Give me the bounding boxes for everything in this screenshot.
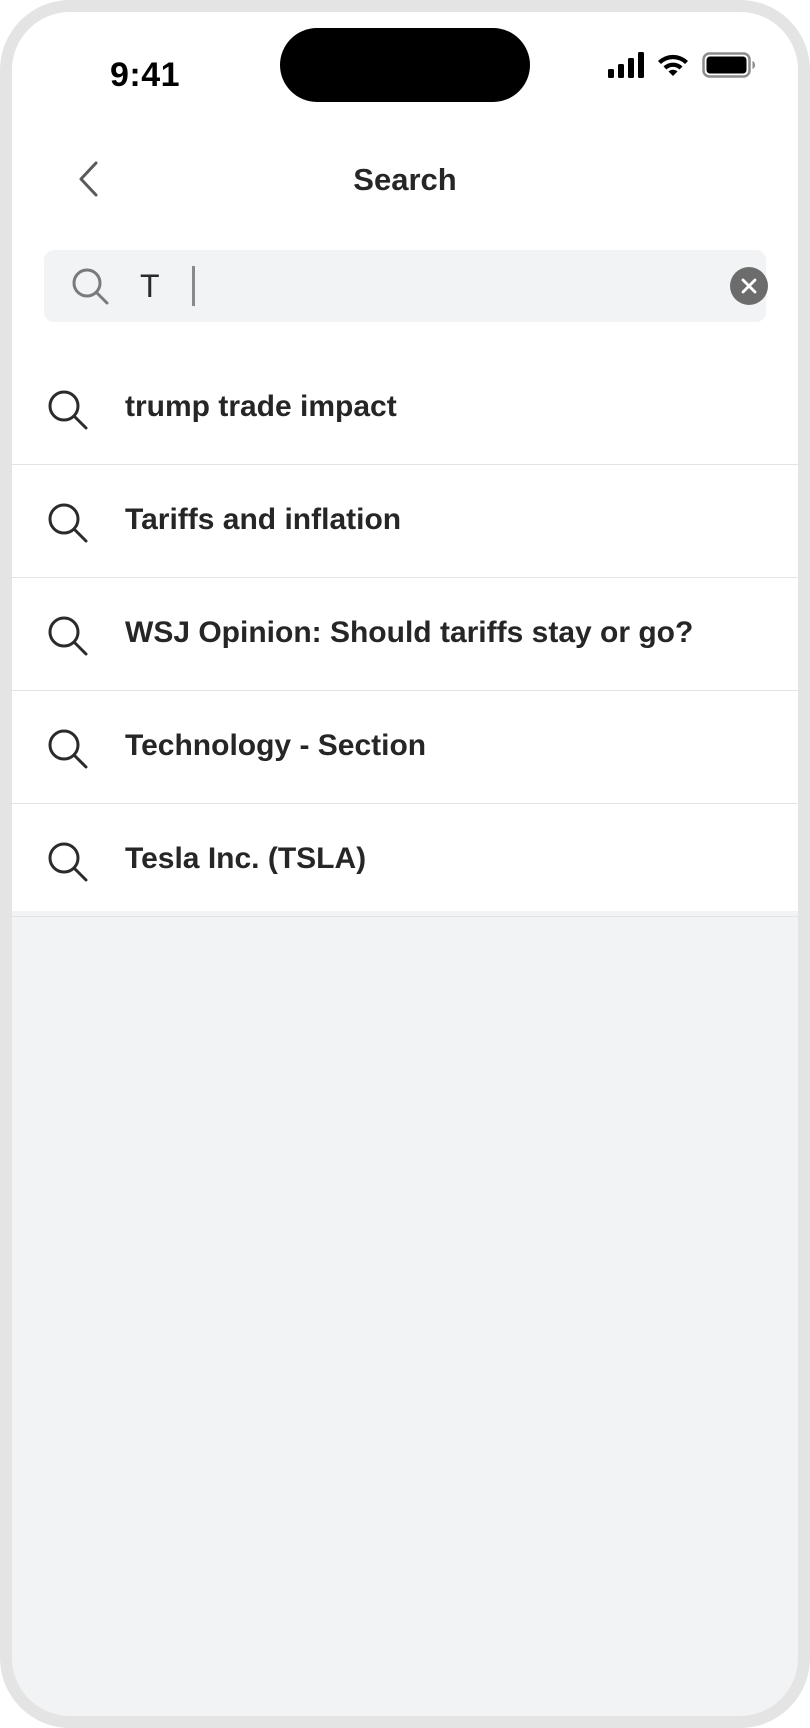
suggestion-item[interactable]: Tesla Inc. (TSLA) (12, 804, 798, 917)
status-time: 9:41 (110, 56, 181, 94)
suggestion-item[interactable]: trump trade impact (12, 352, 798, 465)
suggestion-item[interactable]: WSJ Opinion: Should tariffs stay or go? (12, 578, 798, 691)
clear-search-button[interactable] (730, 267, 768, 305)
search-icon (48, 729, 88, 769)
search-icon (48, 616, 88, 656)
search-icon (48, 503, 88, 543)
text-cursor (192, 266, 195, 306)
suggestion-label: WSJ Opinion: Should tariffs stay or go? (125, 616, 694, 649)
search-icon (72, 268, 109, 305)
suggestion-label: Tesla Inc. (TSLA) (125, 842, 367, 875)
wifi-icon (658, 54, 688, 76)
suggestion-label: trump trade impact (125, 390, 397, 423)
page-title: Search (353, 162, 457, 197)
suggestion-item[interactable]: Technology - Section (12, 691, 798, 804)
search-bar[interactable] (44, 250, 768, 322)
search-suggestions-list: trump trade impact Tariffs and inflation… (12, 352, 798, 917)
search-input[interactable] (140, 264, 660, 308)
suggestion-label: Tariffs and inflation (125, 503, 402, 536)
battery-icon (702, 52, 755, 78)
cellular-signal-icon (608, 52, 644, 78)
phone-frame: 9:41 Search T trump trade impact Tariffs… (0, 0, 810, 1728)
search-icon (48, 390, 88, 430)
search-icon (48, 842, 88, 882)
close-icon (741, 278, 757, 294)
suggestion-item[interactable]: Tariffs and inflation (12, 465, 798, 578)
screen-content: 9:41 Search T trump trade impact Tariffs… (12, 12, 798, 917)
dynamic-island (280, 28, 530, 102)
status-icons (608, 52, 756, 78)
suggestion-label: Technology - Section (125, 729, 427, 762)
